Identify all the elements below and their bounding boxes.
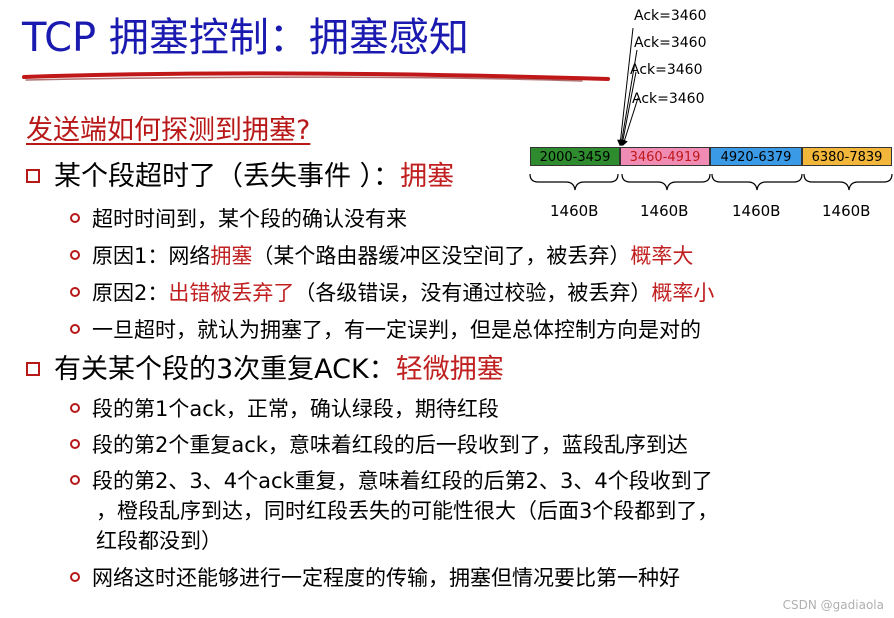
circle-bullet-icon [70, 439, 80, 449]
segment-red-label: 3460-4919 [629, 150, 701, 165]
sub-bullet-highlight: 概率大 [630, 244, 694, 268]
sub-bullet: 原因1：网络拥塞（某个路由器缓冲区没空间了，被丢弃）概率大 [70, 244, 694, 268]
sub-bullet-text: 段的第1个ack，正常，确认绿段，期待红段 [92, 397, 499, 421]
sub-bullet: 网络这时还能够进行一定程度的传输，拥塞但情况要比第一种好 [70, 566, 680, 590]
circle-bullet-icon [70, 572, 80, 582]
segment-blue-label: 4920-6379 [720, 150, 792, 165]
circle-bullet-icon [70, 250, 80, 260]
sub-bullet-highlight: 拥塞 [210, 244, 253, 268]
sub-bullet-text: （各级错误，没有通过校验，被丢弃） [294, 281, 652, 305]
sub-bullet-highlight: 概率小 [651, 281, 715, 305]
sub-bullet: 一旦超时，就认为拥塞了，有一定误判，但是总体控制方向是对的 [70, 318, 701, 342]
bytes-label-2: 1460B [640, 202, 689, 220]
segment-red: 3460-4919 [620, 147, 710, 166]
sub-bullet: 原因2：出错被丢弃了（各级错误，没有通过校验，被丢弃）概率小 [70, 281, 715, 305]
sub-bullet: 段的第1个ack，正常，确认绿段，期待红段 [70, 397, 499, 421]
sub-bullet-text: 原因1：网络 [92, 244, 211, 268]
bullet-dup-ack: 有关某个段的3次重复ACK：轻微拥塞 [26, 355, 504, 385]
title-underline [22, 71, 610, 82]
bullet-timeout-highlight: 拥塞 [400, 161, 455, 192]
segment-orange-label: 6380-7839 [811, 150, 883, 165]
sub-bullet-text: 网络这时还能够进行一定程度的传输，拥塞但情况要比第一种好 [92, 566, 680, 590]
sub-bullet-text: 原因2： [92, 281, 169, 305]
watermark: CSDN @gadiaola [782, 598, 884, 612]
sub-bullet-text: 段的第2、3、4个ack重复，意味着红段的后第2、3、4个段收到了 [92, 469, 713, 493]
segment-green: 2000-3459 [530, 147, 620, 166]
page-title: TCP 拥塞控制：拥塞感知 [22, 15, 469, 61]
sub-bullet-text: 超时时间到，某个段的确认没有来 [92, 207, 407, 231]
segment-orange: 6380-7839 [802, 147, 892, 166]
segment-blue: 4920-6379 [710, 147, 802, 166]
sub-bullet: 段的第2、3、4个ack重复，意味着红段的后第2、3、4个段收到了 [70, 469, 713, 493]
sub-bullet-highlight: 出错被丢弃了 [168, 281, 295, 305]
ack-arrows [617, 27, 639, 146]
bytes-label-4: 1460B [822, 202, 871, 220]
segment-green-label: 2000-3459 [539, 150, 611, 165]
square-bullet-icon [26, 168, 40, 183]
square-bullet-icon [26, 361, 40, 376]
bullet-dup-ack-highlight: 轻微拥塞 [395, 354, 504, 385]
sub-bullet: 段的第2个重复ack，意味着红段的后一段收到了，蓝段乱序到达 [70, 433, 688, 457]
bullet-timeout-text: 某个段超时了（丢失事件 ）： [54, 161, 401, 192]
segment-braces [529, 173, 893, 191]
sub-bullet: 超时时间到，某个段的确认没有来 [70, 207, 407, 231]
circle-bullet-icon [70, 213, 80, 223]
sub-bullet-continuation: 红段都没到） [96, 529, 222, 553]
sub-bullet-continuation: ，橙段乱序到达，同时红段丢失的可能性很大（后面3个段都到了， [96, 499, 719, 523]
circle-bullet-icon [70, 324, 80, 334]
circle-bullet-icon [70, 403, 80, 413]
sub-bullet-text: （某个路由器缓冲区没空间了，被丢弃） [252, 244, 631, 268]
bullet-timeout: 某个段超时了（丢失事件 ）：拥塞 [26, 162, 454, 192]
bytes-label-3: 1460B [732, 202, 781, 220]
bullet-dup-ack-text: 有关某个段的3次重复ACK： [54, 354, 396, 385]
bytes-label-1: 1460B [550, 202, 599, 220]
circle-bullet-icon [70, 475, 80, 485]
circle-bullet-icon [70, 287, 80, 297]
sub-bullet-text: 一旦超时，就认为拥塞了，有一定误判，但是总体控制方向是对的 [92, 318, 701, 342]
subheading: 发送端如何探测到拥塞? [26, 115, 311, 146]
sub-bullet-text: 段的第2个重复ack，意味着红段的后一段收到了，蓝段乱序到达 [92, 433, 688, 457]
